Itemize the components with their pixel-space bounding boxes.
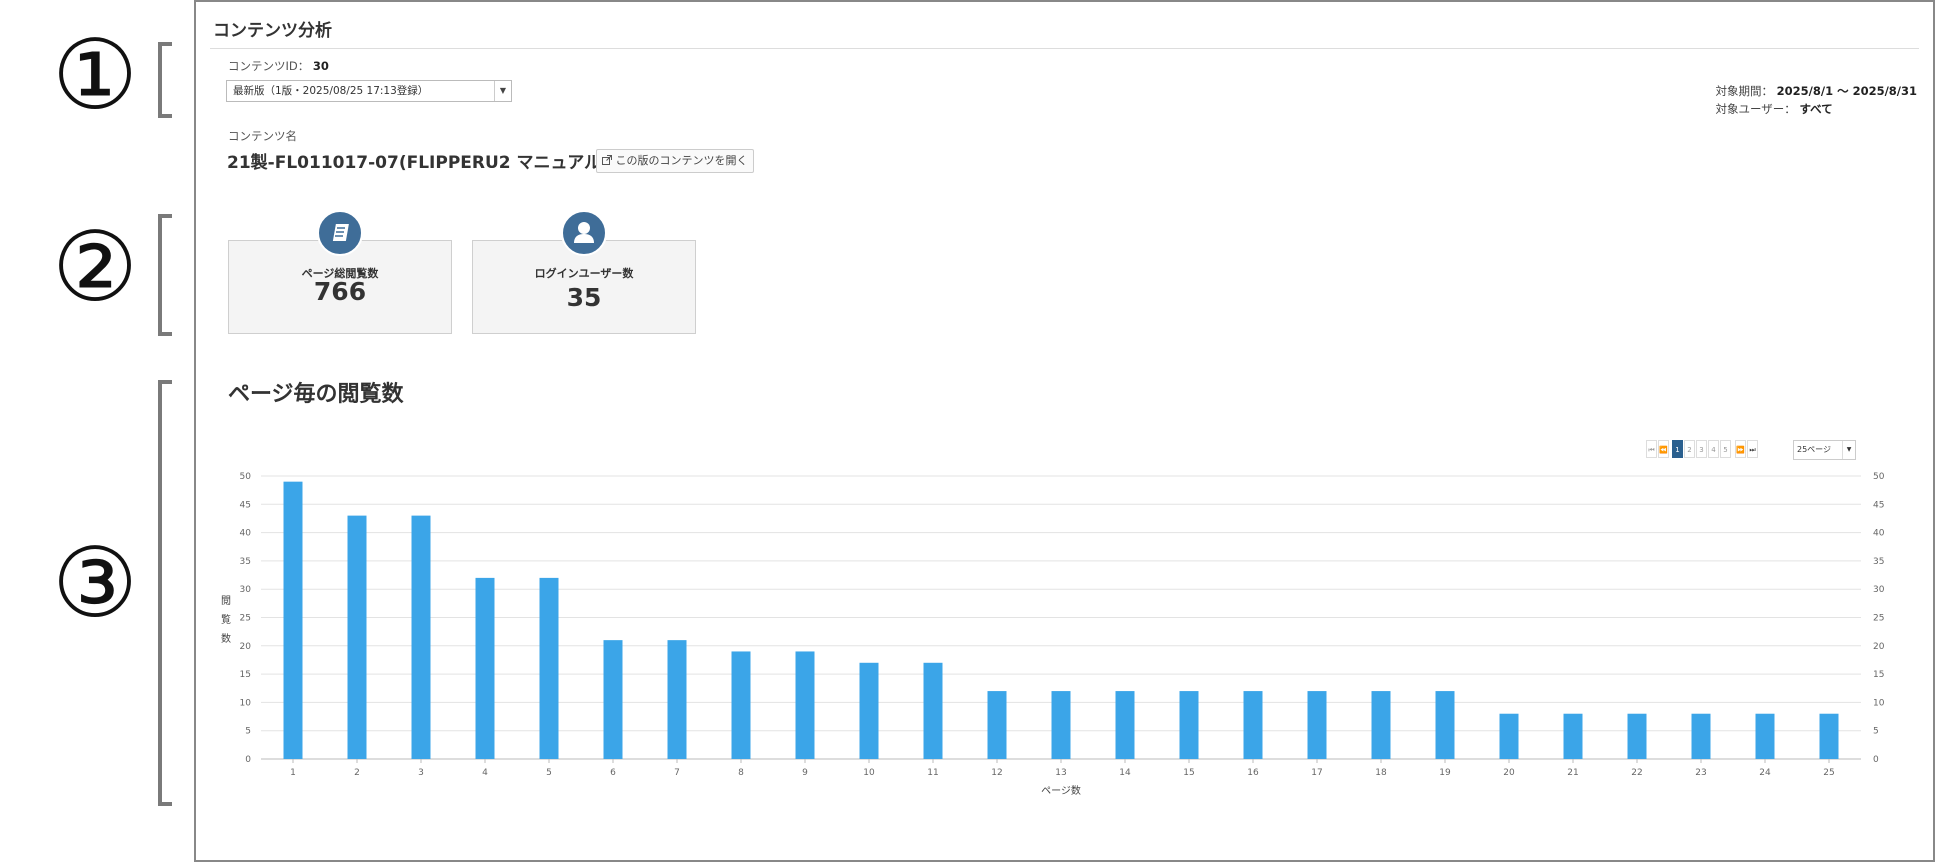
bar — [795, 651, 815, 759]
y-tick-label-left: 30 — [240, 585, 252, 595]
bar — [1627, 713, 1647, 759]
x-tick-label: 19 — [1439, 768, 1451, 778]
x-tick-label: 4 — [482, 768, 488, 778]
bar — [1371, 691, 1391, 759]
y-tick-label-left: 5 — [245, 727, 251, 737]
chart-xlabel: ページ数 — [1041, 784, 1081, 797]
y-tick-label-left: 25 — [240, 614, 251, 624]
y-tick-label-right: 45 — [1873, 500, 1884, 510]
x-tick-label: 24 — [1759, 768, 1771, 778]
x-tick-label: 3 — [418, 768, 424, 778]
annotation-marker-3: ③ — [51, 527, 139, 639]
x-tick-label: 9 — [802, 768, 808, 778]
x-tick-label: 10 — [863, 768, 875, 778]
bar — [1819, 713, 1839, 759]
y-tick-label-left: 50 — [240, 472, 252, 482]
x-tick-label: 6 — [610, 768, 616, 778]
annotation-marker-1: ① — [51, 19, 139, 131]
x-tick-label: 1 — [290, 768, 296, 778]
bar — [1051, 691, 1071, 759]
y-tick-label-left: 10 — [240, 698, 252, 708]
bar — [1755, 713, 1775, 759]
y-tick-label-right: 15 — [1873, 670, 1884, 680]
bar — [475, 577, 495, 759]
x-tick-label: 2 — [354, 768, 360, 778]
x-tick-label: 16 — [1247, 768, 1259, 778]
y-tick-label-left: 45 — [240, 500, 251, 510]
x-tick-label: 13 — [1055, 768, 1066, 778]
x-tick-label: 17 — [1311, 768, 1322, 778]
page-views-bar-chart: 0 05 510 1015 1520 2025 2530 3035 3540 4045 4550 50… — [240, 472, 1885, 797]
y-tick-label-left: 20 — [240, 642, 252, 652]
x-tick-label: 23 — [1695, 768, 1706, 778]
y-tick-label-left: 40 — [240, 529, 252, 539]
y-tick-label-left: 35 — [240, 557, 251, 567]
bar — [1115, 691, 1135, 759]
x-tick-label: 15 — [1183, 768, 1194, 778]
x-tick-label: 21 — [1567, 768, 1578, 778]
x-tick-label: 25 — [1823, 768, 1834, 778]
bar — [1499, 713, 1519, 759]
bar — [1307, 691, 1327, 759]
bar — [731, 651, 751, 759]
y-tick-label-right: 25 — [1873, 614, 1884, 624]
bar — [923, 662, 943, 759]
bar — [411, 515, 431, 759]
x-tick-label: 5 — [546, 768, 552, 778]
x-tick-label: 8 — [738, 768, 744, 778]
y-tick-label-right: 50 — [1873, 472, 1885, 482]
y-tick-label-right: 35 — [1873, 557, 1884, 567]
bar — [1563, 713, 1583, 759]
annotation-bracket-1 — [158, 42, 172, 118]
annotation-marker-2: ② — [51, 211, 139, 323]
annotation-bracket-3 — [158, 380, 172, 806]
annotation-bracket-2 — [158, 214, 172, 336]
y-tick-label-right: 5 — [1873, 727, 1879, 737]
bar — [1435, 691, 1455, 759]
y-tick-label-left: 15 — [240, 670, 251, 680]
bar — [603, 640, 623, 759]
bar — [667, 640, 687, 759]
y-tick-label-left: 0 — [245, 755, 251, 765]
x-tick-label: 7 — [674, 768, 680, 778]
content-analysis-panel: コンテンツ分析 コンテンツID： 30 最新版（1版・2025/08/25 17… — [194, 0, 1935, 862]
bar — [539, 577, 559, 759]
x-tick-label: 18 — [1375, 768, 1387, 778]
x-tick-label: 11 — [927, 768, 938, 778]
bar — [987, 691, 1007, 759]
bar — [1691, 713, 1711, 759]
x-tick-label: 12 — [991, 768, 1002, 778]
y-tick-label-right: 20 — [1873, 642, 1885, 652]
x-tick-label: 22 — [1631, 768, 1642, 778]
y-tick-label-right: 0 — [1873, 755, 1879, 765]
bar — [347, 515, 367, 759]
bar — [1243, 691, 1263, 759]
y-tick-label-right: 30 — [1873, 585, 1885, 595]
bar — [283, 481, 303, 759]
bar — [859, 662, 879, 759]
y-tick-label-right: 10 — [1873, 698, 1885, 708]
x-tick-label: 14 — [1119, 768, 1131, 778]
bar — [1179, 691, 1199, 759]
x-tick-label: 20 — [1503, 768, 1515, 778]
y-tick-label-right: 40 — [1873, 529, 1885, 539]
